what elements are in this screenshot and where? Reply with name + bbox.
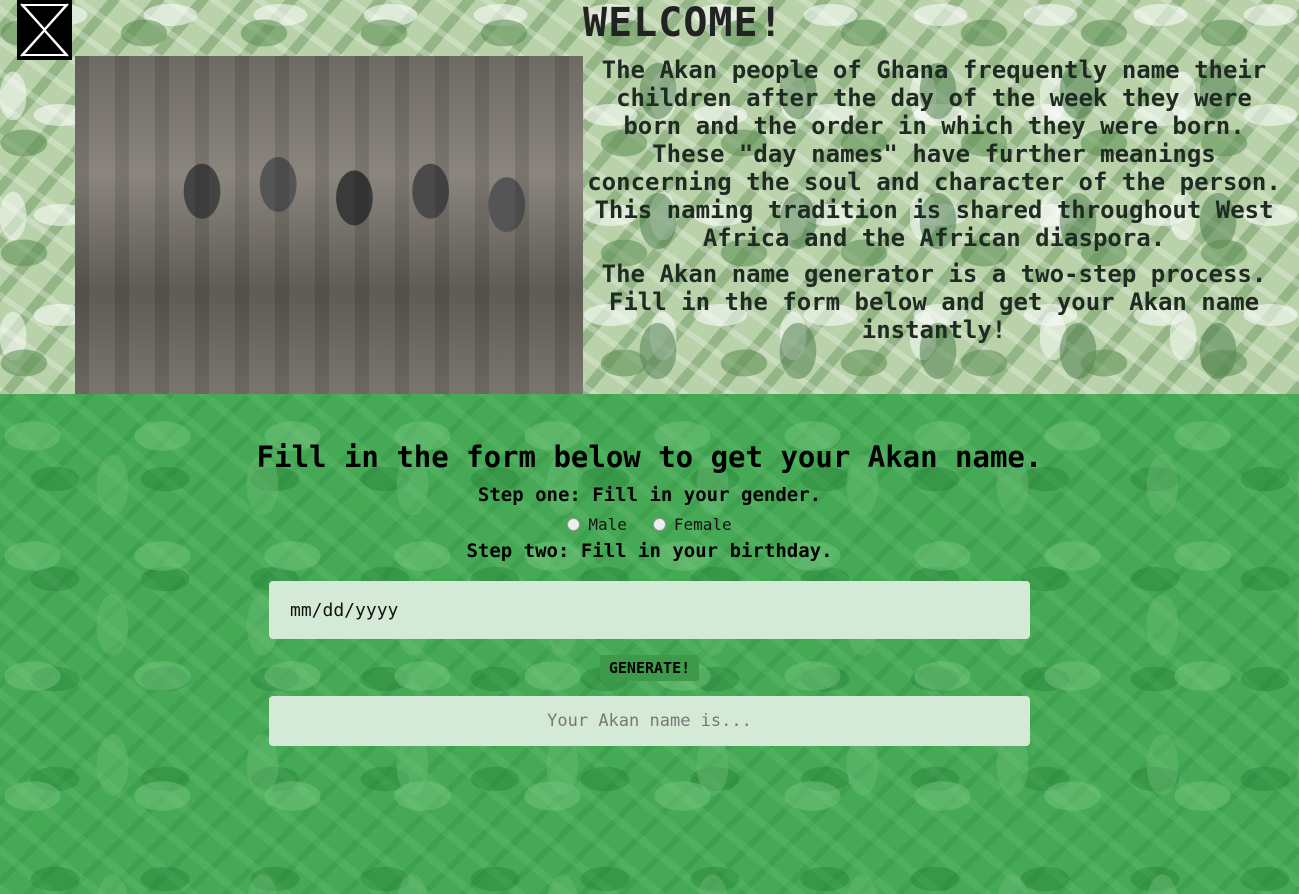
male-radio[interactable] (567, 518, 581, 531)
gender-female-option[interactable]: Female (652, 515, 732, 534)
gender-radio-group: Male Female (0, 515, 1299, 534)
female-radio[interactable] (652, 518, 666, 531)
female-label: Female (673, 515, 732, 534)
intro-paragraph-1: The Akan people of Ghana frequently name… (587, 56, 1281, 252)
form-section: Fill in the form below to get your Akan … (0, 394, 1299, 894)
page-title: WELCOME! (583, 0, 784, 46)
generate-button[interactable]: GENERATE! (600, 655, 699, 681)
gender-male-option[interactable]: Male (567, 515, 627, 534)
akan-name-result-field[interactable]: Your Akan name is... (269, 696, 1030, 746)
maltese-cross-icon (17, 0, 72, 60)
intro-text: The Akan people of Ghana frequently name… (584, 56, 1284, 344)
birthday-date-input[interactable]: mm/dd/yyyy (269, 581, 1030, 639)
intro-paragraph-2: The Akan name generator is a two-step pr… (601, 260, 1267, 344)
header-section: WELCOME! The Akan people of Ghana freque… (0, 0, 1299, 394)
result-placeholder: Your Akan name is... (547, 711, 752, 731)
logo (17, 0, 72, 60)
form-title: Fill in the form below to get your Akan … (256, 440, 1043, 474)
male-label: Male (588, 515, 627, 534)
step-one-label: Step one: Fill in your gender. (477, 484, 822, 506)
akan-people-photo (75, 56, 583, 394)
date-placeholder: mm/dd/yyyy (290, 599, 399, 621)
step-two-label: Step two: Fill in your birthday. (466, 540, 833, 562)
